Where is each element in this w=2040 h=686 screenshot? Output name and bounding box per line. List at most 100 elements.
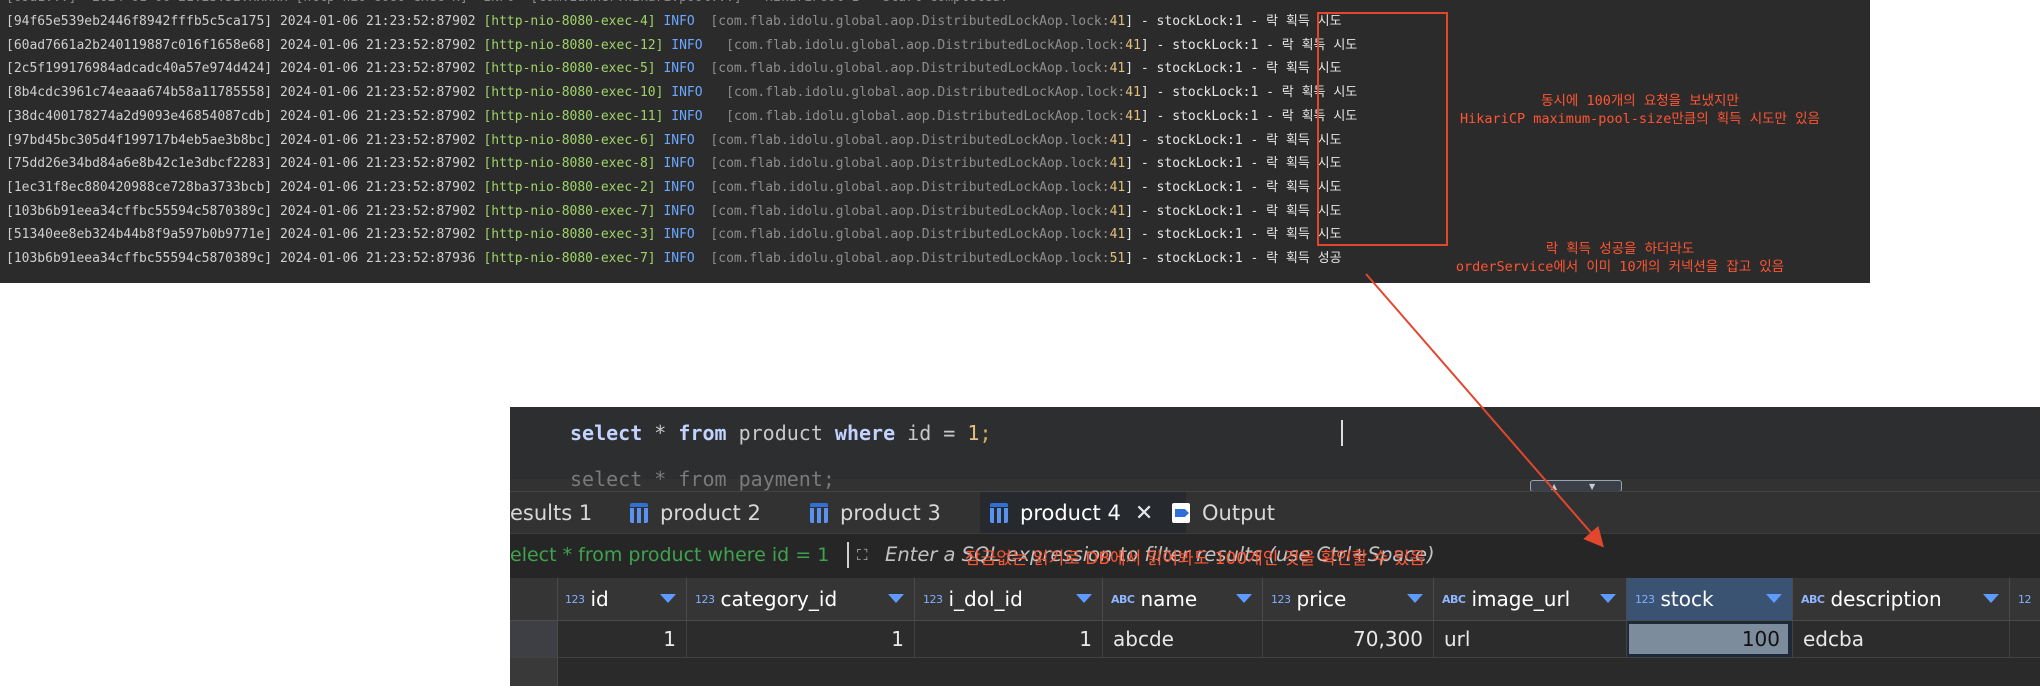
filter-dropdown-icon[interactable]	[1076, 594, 1092, 603]
column-header-stock[interactable]: 123 stock	[1627, 578, 1793, 620]
sql-semicolon: ;	[979, 421, 992, 445]
table-icon	[630, 503, 648, 523]
log-trace-id: [75dd26e34bd84a6e8b42c1e3dbcf2283]	[6, 156, 273, 172]
filter-current-query[interactable]: elect * from product where id = 1	[510, 544, 829, 566]
log-level: INFO	[671, 85, 703, 101]
expand-icon[interactable]: ⛶	[857, 546, 875, 564]
column-header-price[interactable]: 123 price	[1263, 578, 1434, 620]
divider	[847, 542, 849, 568]
column-name: id	[590, 587, 609, 611]
filter-dropdown-icon[interactable]	[1983, 594, 1999, 603]
annotation-line: 동시에 100개의 요청을 보냈지만	[1541, 93, 1739, 109]
number-type-icon: 123	[565, 592, 585, 606]
sql-line[interactable]: select * from payment;	[570, 467, 835, 491]
number-type-icon: 123	[923, 592, 943, 606]
table-cell-i_dol_id[interactable]: 1	[915, 621, 1103, 657]
log-class: [com.flab.idolu.global.aop.DistributedLo…	[710, 179, 1110, 195]
log-thread: [http-nio-8080-exec-5]	[483, 61, 656, 77]
table-cell-category_id[interactable]: 1	[687, 621, 915, 657]
filter-dropdown-icon[interactable]	[1766, 594, 1782, 603]
column-name: description	[1830, 587, 1942, 611]
tab-label: product 3	[840, 501, 941, 525]
table-icon	[990, 503, 1008, 523]
log-line: [75dd26e34bd84a6e8b42c1e3dbcf2283] 2024-…	[6, 154, 1342, 174]
log-line: [38dc400178274a2d9093e46854087cdb] 2024-…	[6, 107, 1357, 127]
number-type-icon: 123	[1635, 592, 1655, 606]
log-message: ] - stockLock:1 - 락 획득 시도	[1125, 14, 1342, 29]
row-header[interactable]	[510, 621, 558, 657]
sql-number: 1	[967, 421, 980, 445]
log-timestamp: 2024-01-06 21:23:52:87902	[279, 227, 476, 243]
log-trace-id: [60ad7661a2b240119887c016f1658e68]	[6, 37, 273, 53]
column-name: price	[1296, 587, 1347, 611]
log-thread: [http-nio-8080-exec-12]	[483, 37, 664, 53]
log-timestamp: 2024-01-06 21:23:52:87902	[279, 108, 476, 124]
log-thread: [http-nio-8080-exec-7]	[483, 251, 656, 266]
log-thread: [http-nio-8080-exec-6]	[483, 132, 656, 148]
log-timestamp: 2024-01-06 21:23:52:87902	[279, 156, 476, 172]
sql-editor[interactable]: select * from product where id = 1; sele…	[510, 407, 2040, 491]
number-type-icon: 12	[2018, 592, 2032, 606]
filter-dropdown-icon[interactable]	[888, 594, 904, 603]
log-line-number: 41	[1125, 108, 1141, 124]
log-level: INFO	[663, 14, 695, 29]
tab-product-3[interactable]: product 3	[800, 492, 996, 534]
tab-product-2[interactable]: product 2	[620, 492, 816, 534]
annotation-pool-size: 동시에 100개의 요청을 보냈지만 HikariCP maximum-pool…	[1460, 92, 1820, 128]
log-timestamp: 2024-01-06 21:23:52:87902	[279, 61, 476, 77]
column-name: i_dol_id	[948, 587, 1023, 611]
column-header-category_id[interactable]: 123 category_id	[687, 578, 915, 620]
log-timestamp: 2024-01-06 21:23:52:87902	[279, 132, 476, 148]
selected-cell-value[interactable]: 100	[1629, 624, 1788, 654]
column-header-more[interactable]: 12	[2010, 578, 2040, 620]
log-line-number: 41	[1109, 132, 1126, 148]
filter-dropdown-icon[interactable]	[1407, 594, 1423, 603]
log-line: [97bd45bc305d4f199717b4eb5ae3b8bc] 2024-…	[6, 131, 1342, 151]
log-level: INFO	[663, 156, 695, 172]
log-line-number: 51	[1109, 251, 1126, 266]
table-cell-description[interactable]: edcba	[1793, 621, 2010, 657]
log-trace-id: [103b6b91eea34cffbc55594c5870389c]	[6, 203, 273, 219]
column-header-image_url[interactable]: ABC image_url	[1434, 578, 1627, 620]
table-cell-stock[interactable]: 100	[1627, 621, 1793, 657]
column-header-description[interactable]: ABC description	[1793, 578, 2010, 620]
column-header-name[interactable]: ABC name	[1103, 578, 1263, 620]
filter-dropdown-icon[interactable]	[1236, 594, 1252, 603]
table-cell-id[interactable]: 1	[557, 621, 687, 657]
filter-dropdown-icon[interactable]	[660, 594, 676, 603]
log-class: [com.flab.idolu.global.aop.DistributedLo…	[718, 85, 1126, 101]
tab-esults-1[interactable]: esults 1	[510, 492, 608, 534]
log-line: [60ad7661a2b240119887c016f1658e68] 2024-…	[6, 36, 1357, 56]
log-line-partial: [09a1...] 2024-01-06 21:23:52:xxxxx [htt…	[6, 0, 1008, 8]
row-header-corner	[510, 578, 558, 620]
log-line-number: 41	[1109, 156, 1126, 172]
column-header-id[interactable]: 123 id	[557, 578, 687, 620]
log-trace-id: [38dc400178274a2d9093e46854087cdb]	[6, 108, 273, 124]
column-name: stock	[1660, 587, 1714, 611]
table-row[interactable]: 1 1 1 abcde 70,300 url 100 edcba	[510, 621, 2040, 658]
table-cell-image_url[interactable]: url	[1434, 621, 1627, 657]
tab-output[interactable]: Output	[1162, 492, 1318, 534]
log-level: INFO	[671, 108, 703, 124]
log-line: [8b4cdc3961c74eaaa674b58a11785558] 2024-…	[6, 83, 1357, 103]
number-type-icon: 123	[1271, 592, 1291, 606]
log-message: ] - stockLock:1 - 락 획득 시도	[1125, 179, 1342, 195]
table-cell-name[interactable]: abcde	[1103, 621, 1263, 657]
log-line-number: 41	[1109, 203, 1126, 219]
log-thread: [http-nio-8080-exec-10]	[483, 85, 664, 101]
log-level: INFO	[663, 179, 695, 195]
column-header-i_dol_id[interactable]: 123 i_dol_id	[915, 578, 1103, 620]
close-icon[interactable]: ✕	[1135, 501, 1153, 526]
log-message: ] - stockLock:1 - 락 획득 시도	[1125, 156, 1342, 172]
chevron-down-icon: ▼	[1589, 482, 1596, 491]
column-name: name	[1140, 587, 1198, 611]
log-thread: [http-nio-8080-exec-7]	[483, 203, 656, 219]
sql-line[interactable]: select * from product where id = 1;	[570, 421, 991, 445]
tab-product-4[interactable]: product 4 ✕	[980, 492, 1186, 534]
table-cell-more[interactable]	[2010, 621, 2040, 657]
sql-keyword: from	[678, 421, 727, 445]
log-trace-id: [51340ee8eb324b44b8f9a597b0b9771e]	[6, 227, 273, 243]
log-line-number: 41	[1109, 61, 1126, 77]
table-cell-price[interactable]: 70,300	[1263, 621, 1434, 657]
filter-dropdown-icon[interactable]	[1600, 594, 1616, 603]
